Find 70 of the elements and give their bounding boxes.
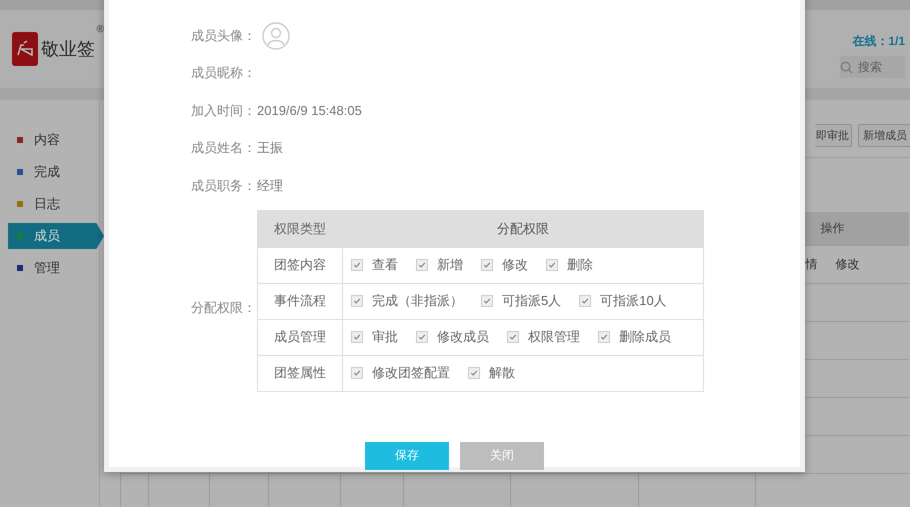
- checkbox[interactable]: [468, 367, 480, 379]
- column-header: 操作: [820, 220, 844, 237]
- checkbox[interactable]: [351, 331, 363, 343]
- permission-type: 成员管理: [258, 319, 342, 355]
- field-label: 成员姓名：: [191, 139, 257, 158]
- checkmark-icon: [469, 368, 479, 378]
- checkmark-icon: [599, 332, 609, 342]
- checkbox-label: 完成（非指派）: [372, 292, 463, 310]
- checkbox-label: 修改成员: [437, 328, 489, 346]
- logo-icon: [12, 32, 38, 66]
- sidebar-item[interactable]: 成员: [8, 223, 104, 249]
- checkbox[interactable]: [351, 295, 363, 307]
- checkbox-label: 可指派10人: [600, 292, 667, 310]
- online-count: 在线：1/1: [852, 32, 905, 50]
- avatar-icon: [262, 22, 290, 50]
- checkbox[interactable]: [579, 295, 592, 307]
- field-label: 成员昵称：: [191, 64, 257, 82]
- checkbox[interactable]: [546, 259, 558, 271]
- checkmark-icon: [508, 332, 518, 342]
- checkmark-icon: [417, 332, 427, 342]
- field-label: 成员职务：: [191, 176, 257, 195]
- field-label: 加入时间：: [191, 102, 257, 120]
- checkbox-label: 删除成员: [619, 328, 671, 346]
- checkmark-icon: [580, 296, 590, 306]
- checkmark-icon: [352, 332, 362, 342]
- checkbox-label: 解散: [489, 364, 515, 382]
- search-field[interactable]: 搜索: [840, 56, 905, 78]
- field-value: 2019/6/9 15:48:05: [257, 103, 362, 118]
- column-header: 权限类型: [258, 210, 342, 247]
- checkbox-label: 删除: [567, 256, 593, 274]
- sidebar-item[interactable]: 完成: [8, 159, 95, 185]
- checkbox-label: 修改: [502, 256, 528, 274]
- checkmark-icon: [352, 296, 362, 306]
- checkbox[interactable]: [598, 331, 610, 343]
- field-value: 经理: [257, 176, 283, 195]
- field-label: 成员头像：: [191, 26, 257, 45]
- logo-text: 敬业签: [41, 38, 95, 61]
- checkbox-label: 修改团签配置: [372, 364, 450, 382]
- checkbox[interactable]: [481, 295, 493, 307]
- action-link[interactable]: 情: [806, 256, 818, 273]
- permission-type: 团签属性: [258, 355, 342, 391]
- sidebar-item[interactable]: 内容: [8, 127, 95, 153]
- checkbox[interactable]: [481, 259, 493, 271]
- permission-type: 团签内容: [258, 247, 342, 283]
- checkmark-icon: [482, 260, 492, 270]
- checkbox[interactable]: [416, 259, 428, 271]
- checkmark-icon: [352, 260, 362, 270]
- checkbox-label: 查看: [372, 256, 398, 274]
- sidebar-item[interactable]: 日志: [8, 191, 95, 217]
- checkbox-label: 新增: [437, 256, 463, 274]
- permission-type: 事件流程: [258, 283, 342, 319]
- checkbox[interactable]: [416, 331, 428, 343]
- checkbox[interactable]: [351, 367, 363, 379]
- sidebar-item[interactable]: 管理: [8, 255, 95, 281]
- checkbox-label: 可指派5人: [502, 292, 562, 310]
- field-value: 王振: [257, 139, 283, 158]
- column-header: 分配权限: [342, 210, 704, 247]
- checkmark-icon: [482, 296, 492, 306]
- checkmark-icon: [352, 368, 362, 378]
- checkbox-label: 审批: [372, 328, 398, 346]
- checkbox-label: 权限管理: [528, 328, 580, 346]
- field-label: 分配权限：: [191, 298, 257, 316]
- toolbar-button[interactable]: 新增成员: [858, 124, 910, 147]
- checkmark-icon: [547, 260, 557, 270]
- registered-mark: ®: [96, 24, 104, 35]
- checkbox[interactable]: [351, 259, 363, 271]
- checkmark-icon: [417, 260, 427, 270]
- action-link[interactable]: 修改: [836, 256, 860, 273]
- toolbar-button[interactable]: 即审批: [815, 124, 852, 147]
- checkbox[interactable]: [507, 331, 519, 343]
